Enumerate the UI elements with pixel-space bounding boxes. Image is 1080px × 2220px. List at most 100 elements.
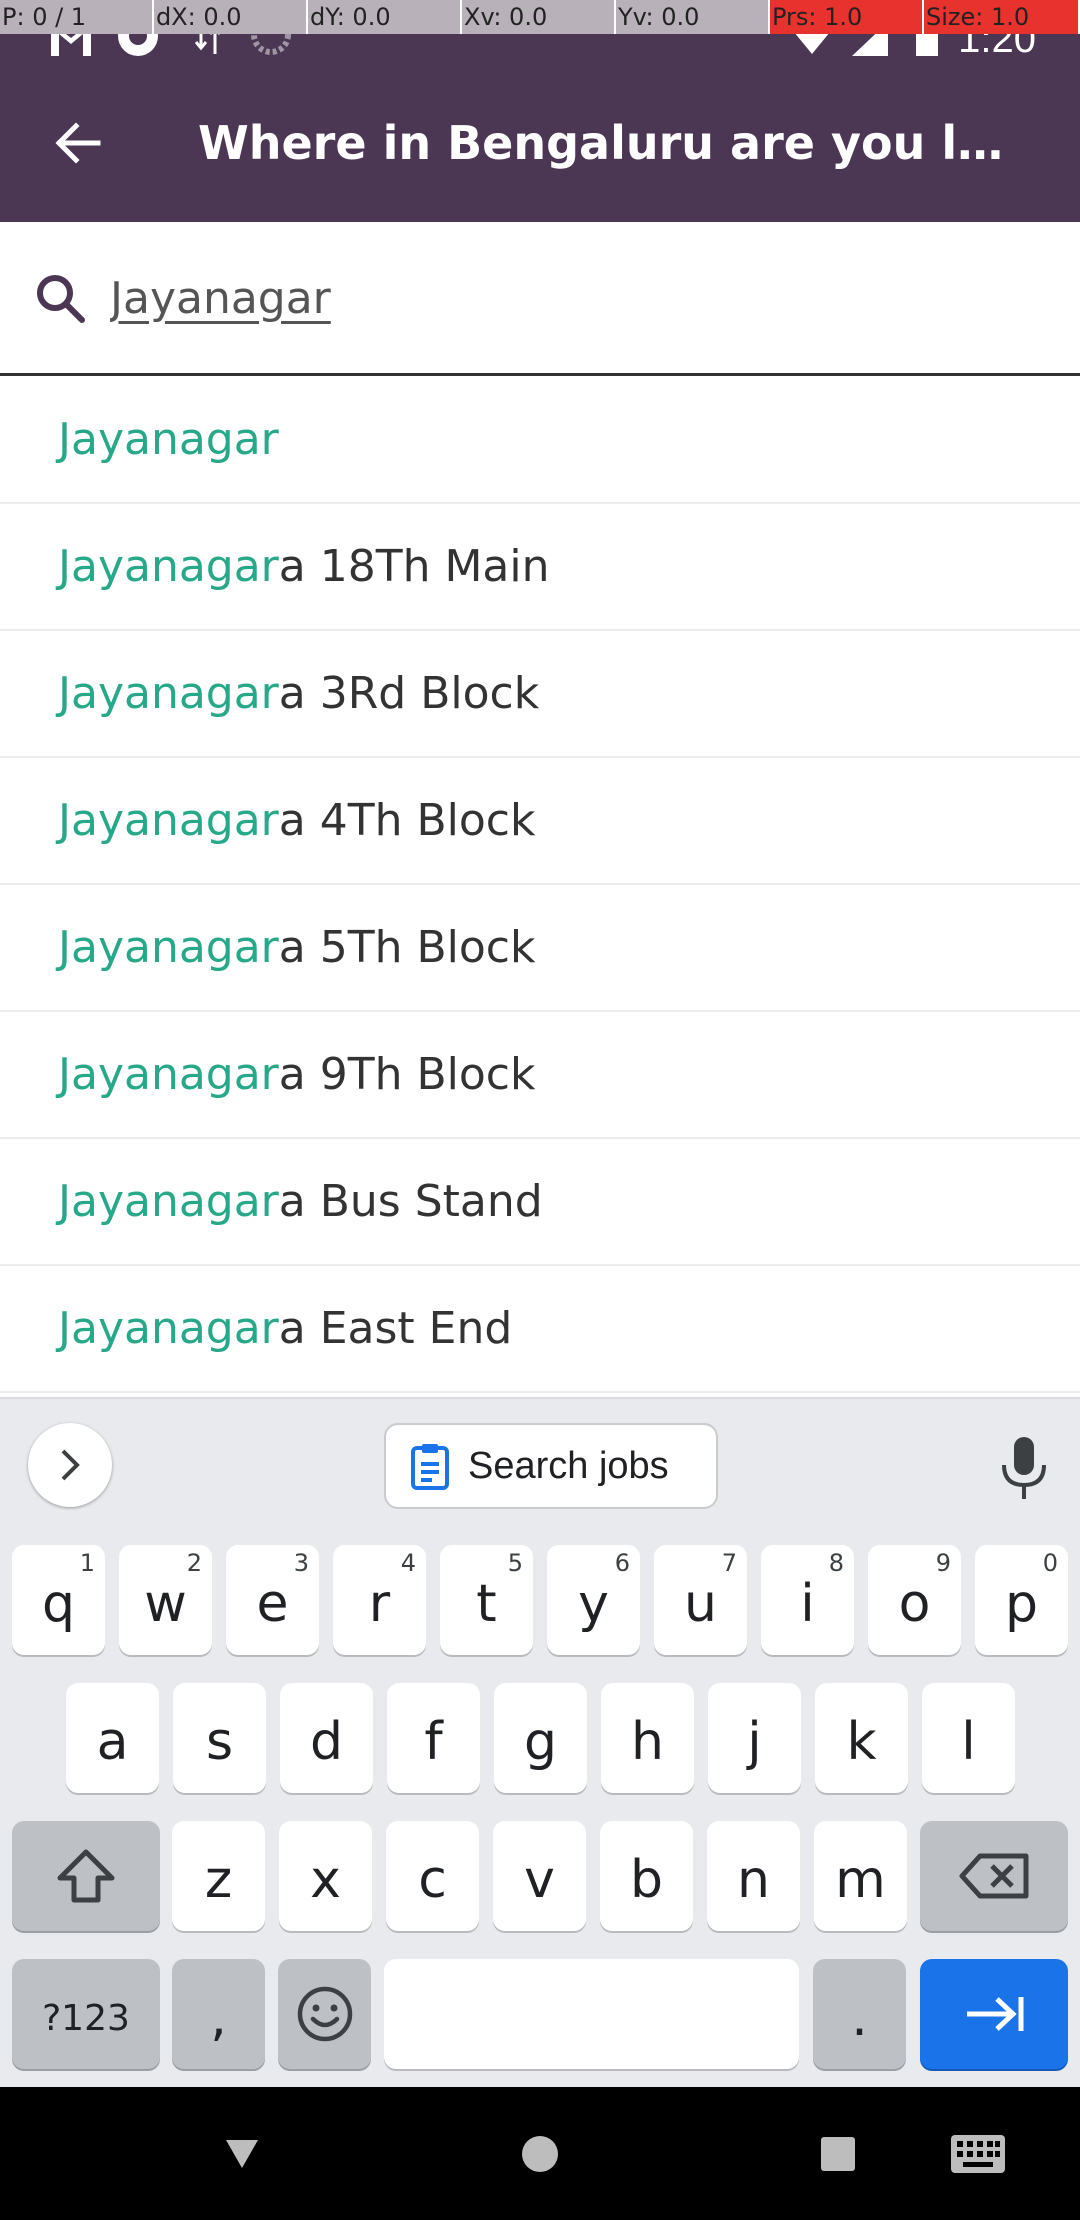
key-d[interactable]: d [280,1683,373,1793]
suggestion-rest-text: a 5Th Block [278,922,536,973]
key-s[interactable]: s [173,1683,266,1793]
key-u[interactable]: u7 [654,1545,747,1655]
key-e[interactable]: e3 [226,1545,319,1655]
key-z[interactable]: z [172,1821,265,1931]
key-a-label: a [96,1712,129,1772]
comma-key[interactable]: , [172,1959,265,2069]
pressure: Prs: 1.0 [770,0,924,34]
key-q[interactable]: q1 [12,1545,105,1655]
key-q-label: q [41,1574,75,1634]
key-t[interactable]: t5 [440,1545,533,1655]
suggestion-item[interactable]: Jayanagar a East End [0,1266,1080,1393]
key-a[interactable]: a [66,1683,159,1793]
suggestion-item[interactable]: Jayanagar a 5Th Block [0,885,1080,1012]
key-o-hint: 9 [935,1549,951,1577]
suggestion-match-text: Jayanagar [58,541,279,592]
backspace-icon [959,1853,1029,1899]
key-y-hint: 6 [614,1549,630,1577]
nav-back-button[interactable] [210,2087,274,2220]
nav-keyboard-switch-button[interactable] [946,2087,1010,2220]
symbols-key[interactable]: ?123 [12,1959,160,2069]
nav-recents-button[interactable] [806,2087,870,2220]
suggestion-rest-text: a 9Th Block [278,1049,536,1100]
key-n-label: n [737,1850,770,1910]
wifi-icon [794,34,830,56]
key-k[interactable]: k [815,1683,908,1793]
clipboard-icon [411,1444,449,1490]
suggestion-list: Jayanagar Jayanagar a 18Th Main Jayanagar a … [0,377,1080,1397]
key-r[interactable]: r4 [333,1545,426,1655]
suggestion-match-text: Jayanagar [58,1176,279,1227]
next-action-key[interactable] [920,1959,1068,2069]
key-l-label: l [961,1712,976,1772]
space-key[interactable] [384,1959,799,2069]
key-c-label: c [418,1850,447,1910]
search-input[interactable] [110,260,1010,336]
suggestion-item[interactable]: Jayanagar a 3Rd Block [0,631,1080,758]
key-f-label: f [424,1712,443,1772]
back-button[interactable] [36,108,120,178]
data-transfer-icon [194,34,222,56]
status-bar [0,34,1080,56]
tab-arrow-icon [967,1997,1024,2031]
gmail-icon [48,34,94,56]
key-s-label: s [205,1712,234,1772]
nav-home-button[interactable] [504,2087,576,2220]
key-f[interactable]: f [387,1683,480,1793]
key-n[interactable]: n [707,1821,800,1931]
key-h[interactable]: h [601,1683,694,1793]
emoji-key[interactable] [278,1959,371,2069]
key-x[interactable]: x [279,1821,372,1931]
triangle-back-icon [226,2139,258,2168]
search-jobs-chip[interactable]: Search jobs [384,1423,718,1509]
key-p[interactable]: p0 [975,1545,1068,1655]
key-e-label: e [256,1574,289,1634]
backspace-key[interactable] [920,1821,1068,1931]
key-h-label: h [631,1712,664,1772]
chevron-right-icon [61,1449,80,1481]
key-j[interactable]: j [708,1683,801,1793]
suggestion-item[interactable]: Jayanagar a 18Th Main [0,504,1080,631]
key-u-hint: 7 [721,1549,737,1577]
keyboard-suggestion-strip: Search jobs [0,1399,1080,1529]
pointer-location-overlay: P: 0 / 1 dX: 0.0 dY: 0.0 Xv: 0.0 Yv: 0.0… [0,0,1080,34]
key-u-label: u [684,1574,717,1634]
page-title: Where in Bengaluru are you lo… [198,116,1028,170]
suggestion-match-text: Jayanagar [58,414,279,465]
suggestion-match-text: Jayanagar [58,1303,279,1354]
key-v[interactable]: v [493,1821,586,1931]
suggestion-item[interactable]: Jayanagar a 4Th Block [0,758,1080,885]
velocity-y: Yv: 0.0 [616,0,770,34]
key-o[interactable]: o9 [868,1545,961,1655]
shift-icon [57,1849,115,1903]
key-w-hint: 2 [186,1549,202,1577]
key-p-hint: 0 [1042,1549,1058,1577]
circle-home-icon [522,2135,558,2172]
suggestion-match-text: Jayanagar [58,795,279,846]
suggestion-item[interactable]: Jayanagar a 9Th Block [0,1012,1080,1139]
period-key[interactable]: . [813,1959,906,2069]
suggestion-match-text: Jayanagar [58,922,279,973]
key-g-label: g [523,1712,557,1772]
key-l[interactable]: l [922,1683,1015,1793]
emoji-icon [297,1986,352,2042]
suggestion-rest-text: a East End [278,1303,513,1354]
key-m[interactable]: m [814,1821,907,1931]
key-y[interactable]: y6 [547,1545,640,1655]
key-w[interactable]: w2 [119,1545,212,1655]
key-k-label: k [846,1712,877,1772]
square-recents-icon [821,2136,855,2171]
key-g[interactable]: g [494,1683,587,1793]
suggestion-item[interactable]: Jayanagar a Bus Stand [0,1139,1080,1266]
suggestion-item[interactable]: Jayanagar [0,377,1080,504]
key-c[interactable]: c [386,1821,479,1931]
suggestion-match-text: Jayanagar [58,668,279,719]
key-q-hint: 1 [79,1549,95,1577]
keyboard-expand-button[interactable] [28,1423,112,1507]
key-t-label: t [476,1574,497,1634]
key-b[interactable]: b [600,1821,693,1931]
delta-y: dY: 0.0 [308,0,462,34]
shift-key[interactable] [12,1821,160,1931]
microphone-icon[interactable] [994,1435,1054,1501]
key-i[interactable]: i8 [761,1545,854,1655]
